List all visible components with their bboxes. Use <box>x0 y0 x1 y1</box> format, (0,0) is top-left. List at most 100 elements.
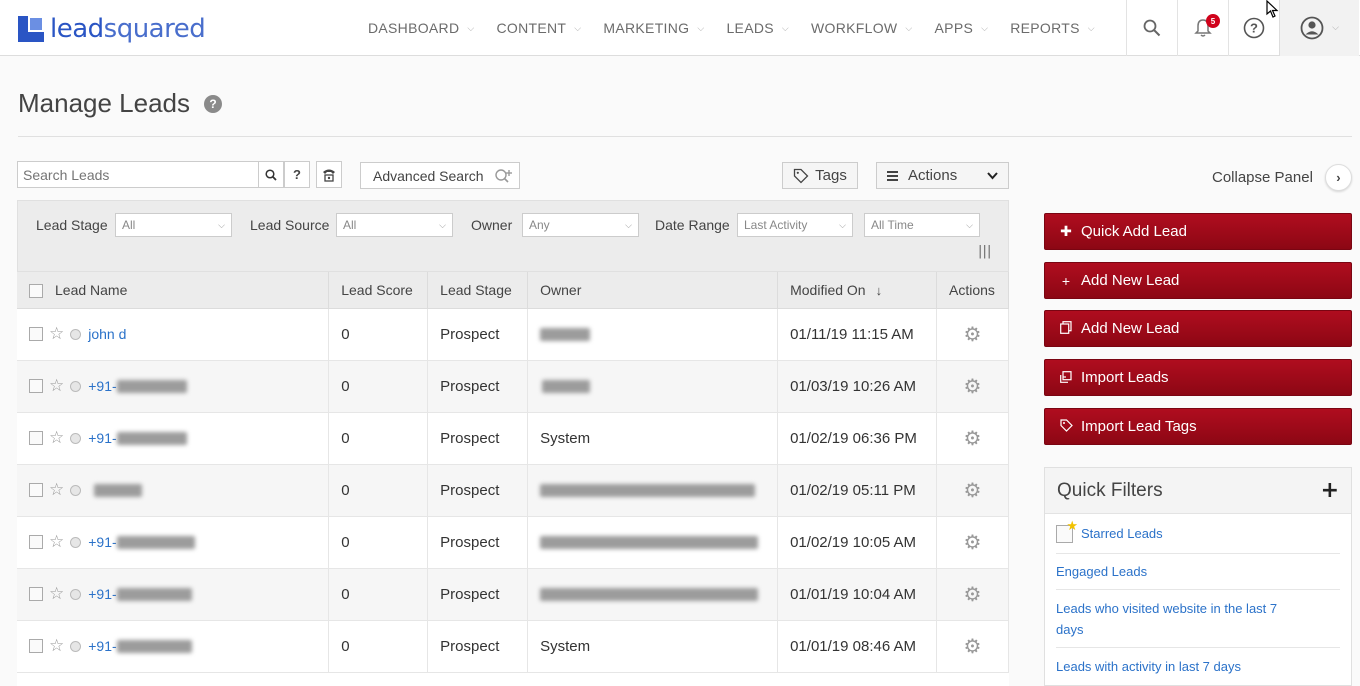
nav-content[interactable]: CONTENT ⌵ <box>497 20 582 36</box>
import-leads-button[interactable]: Import Leads <box>1044 359 1352 396</box>
nav-leads[interactable]: LEADS ⌵ <box>726 20 789 36</box>
actions-dropdown[interactable]: Actions <box>876 162 1009 189</box>
chevron-down-icon: ⌵ <box>439 219 446 230</box>
row-checkbox[interactable] <box>29 483 43 497</box>
table-row: ☆ +91- 0 Prospect 01/03/19 10:26 AM ⚙ <box>17 360 1009 412</box>
lead-name-link[interactable]: +91- <box>88 534 116 550</box>
leadsquared-logo[interactable]: leadsquared <box>18 14 206 44</box>
redacted-phone <box>116 431 187 445</box>
collapse-panel-toggle[interactable]: Collapse Panel › <box>1212 164 1352 191</box>
lead-name-link[interactable]: +91- <box>88 430 116 446</box>
lead-name-link[interactable]: +91- <box>88 638 116 654</box>
star-icon[interactable]: ☆ <box>49 480 64 500</box>
advanced-search-button[interactable]: Advanced Search <box>360 162 520 189</box>
modified-on-cell: 01/02/19 06:36 PM <box>777 412 937 464</box>
date-range-period-select[interactable]: All Time ⌵ <box>864 213 980 237</box>
column-settings-icon[interactable]: | | | <box>978 244 991 259</box>
nav-reports[interactable]: REPORTS ⌵ <box>1010 20 1095 36</box>
search-button[interactable] <box>1126 0 1177 56</box>
star-icon[interactable]: ☆ <box>49 532 64 552</box>
gear-icon[interactable]: ⚙ <box>964 480 982 502</box>
row-checkbox[interactable] <box>29 379 43 393</box>
col-lead-name[interactable]: Lead Name <box>17 272 330 309</box>
status-dot-icon <box>70 536 82 548</box>
leads-table: Lead Name Lead Score Lead Stage Owner Mo… <box>17 272 1009 673</box>
add-new-lead-form-button[interactable]: Add New Lead <box>1044 310 1352 347</box>
nav-workflow[interactable]: WORKFLOW ⌵ <box>811 20 913 36</box>
quick-filter-engaged-leads[interactable]: Engaged Leads <box>1056 554 1340 590</box>
nav-dashboard[interactable]: DASHBOARD ⌵ <box>368 20 475 36</box>
modified-on-cell: 01/01/19 10:04 AM <box>777 568 937 620</box>
quick-filters-header: Quick Filters + <box>1045 468 1351 514</box>
chevron-down-icon: ⌵ <box>625 219 632 230</box>
redacted-phone <box>116 639 192 653</box>
quick-filters-panel: Quick Filters + Starred Leads Engaged Le… <box>1044 467 1352 686</box>
col-lead-score[interactable]: Lead Score <box>328 272 429 309</box>
owner-cell <box>527 464 779 516</box>
star-icon[interactable]: ☆ <box>49 376 64 396</box>
quick-add-lead-button[interactable]: ✚ Quick Add Lead <box>1044 213 1352 250</box>
lead-name-link[interactable]: +91- <box>88 586 116 602</box>
lead-stage-select[interactable]: All ⌵ <box>115 213 232 237</box>
owner-cell <box>527 516 779 568</box>
date-range-type-select[interactable]: Last Activity ⌵ <box>737 213 853 237</box>
chevron-down-icon: ⌵ <box>839 219 846 230</box>
modified-on-cell: 01/01/19 08:46 AM <box>777 620 937 672</box>
tags-button[interactable]: Tags <box>782 162 858 189</box>
redacted-owner <box>540 536 759 550</box>
star-icon[interactable]: ☆ <box>49 636 64 656</box>
col-lead-stage[interactable]: Lead Stage <box>427 272 529 309</box>
lead-name-link[interactable]: john d <box>88 326 126 342</box>
chevron-down-icon: ⌵ <box>574 22 582 33</box>
col-modified-on[interactable]: Modified On ↓ <box>777 272 937 309</box>
search-leads-input[interactable] <box>18 162 258 187</box>
row-checkbox[interactable] <box>29 535 43 549</box>
lead-source-select[interactable]: All ⌵ <box>336 213 453 237</box>
user-menu-button[interactable]: ⌵ <box>1279 0 1359 56</box>
nav-apps[interactable]: APPS ⌵ <box>935 20 989 36</box>
select-all-checkbox[interactable] <box>29 283 43 298</box>
search-submit-button[interactable] <box>258 161 284 188</box>
page-help-icon[interactable]: ? <box>204 94 223 113</box>
owner-select[interactable]: Any ⌵ <box>522 213 639 237</box>
quick-filter-visited-website[interactable]: Leads who visited website in the last 7 … <box>1056 590 1340 648</box>
chevron-down-icon: ⌵ <box>697 22 705 33</box>
redacted-owner <box>540 484 756 498</box>
quick-filters-title: Quick Filters <box>1057 479 1163 501</box>
lead-name-link[interactable]: +91- <box>88 378 116 394</box>
nav-icon-group: 5 ? ⌵ <box>1126 0 1359 56</box>
row-checkbox[interactable] <box>29 431 43 445</box>
gear-icon[interactable]: ⚙ <box>964 636 982 658</box>
star-icon[interactable]: ☆ <box>49 324 64 344</box>
import-lead-tags-button[interactable]: Import Lead Tags <box>1044 408 1352 445</box>
gear-icon[interactable]: ⚙ <box>964 428 982 450</box>
notifications-button[interactable]: 5 <box>1177 0 1228 56</box>
quick-filter-starred-leads[interactable]: Starred Leads <box>1056 514 1340 554</box>
page-title-text: Manage Leads <box>18 88 191 118</box>
gear-icon[interactable]: ⚙ <box>964 532 982 554</box>
gear-icon[interactable]: ⚙ <box>964 584 982 606</box>
row-checkbox[interactable] <box>29 327 43 341</box>
quick-filter-recent-activity[interactable]: Leads with activity in last 7 days <box>1056 648 1340 684</box>
telephone-icon <box>323 169 335 182</box>
star-icon[interactable]: ☆ <box>49 428 64 448</box>
row-checkbox[interactable] <box>29 587 43 601</box>
table-row: ☆ +91- 0 Prospect System 01/01/19 08:46 A… <box>17 620 1009 672</box>
gear-icon[interactable]: ⚙ <box>964 376 982 398</box>
sort-descending-icon: ↓ <box>875 282 883 298</box>
lead-filter-bar: Lead Stage All ⌵ Lead Source All ⌵ Owner A… <box>17 200 1009 272</box>
add-filter-icon[interactable]: + <box>1321 478 1339 503</box>
lead-score-cell: 0 <box>328 464 429 516</box>
phone-search-button[interactable] <box>316 161 342 188</box>
lead-stage-cell: Prospect <box>427 464 529 516</box>
status-dot-icon <box>70 640 82 652</box>
star-icon[interactable]: ☆ <box>49 584 64 604</box>
chevron-down-icon <box>987 171 998 179</box>
nav-marketing[interactable]: MARKETING ⌵ <box>603 20 704 36</box>
add-new-lead-button[interactable]: + Add New Lead <box>1044 262 1352 299</box>
row-checkbox[interactable] <box>29 639 43 653</box>
table-header-row: Lead Name Lead Score Lead Stage Owner Mo… <box>17 272 1009 309</box>
gear-icon[interactable]: ⚙ <box>964 324 982 346</box>
search-help-button[interactable]: ? <box>284 161 310 188</box>
col-owner[interactable]: Owner <box>527 272 779 309</box>
